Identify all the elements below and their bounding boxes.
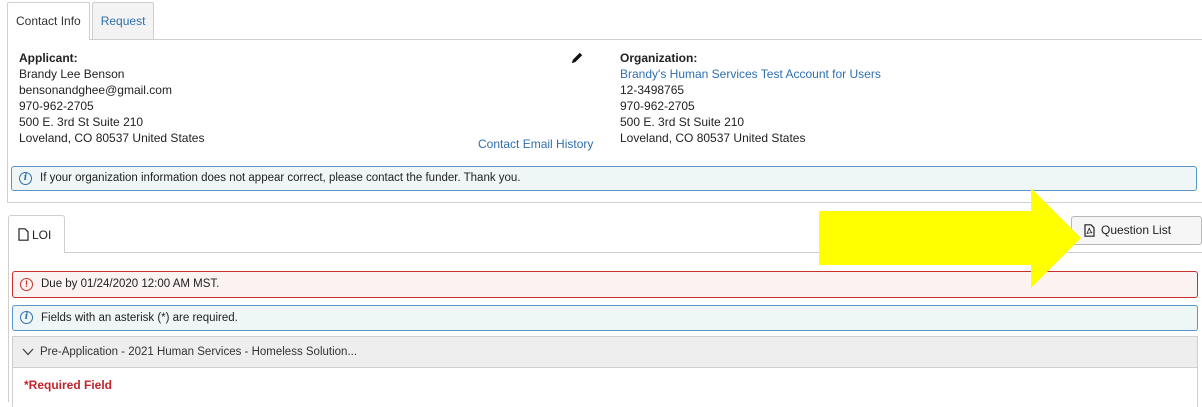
contact-info-panel: Applicant: Brandy Lee Benson bensonandgh…	[7, 39, 1202, 203]
info-icon: i	[19, 172, 32, 185]
pre-application-section-body	[12, 367, 1198, 407]
organization-ein: 12-3498765	[620, 83, 685, 97]
loi-panel-border	[8, 252, 9, 402]
tab-loi[interactable]: LOI	[8, 215, 65, 253]
applicant-email: bensonandghee@gmail.com	[19, 83, 172, 97]
pre-application-section-header[interactable]: Pre-Application - 2021 Human Services - …	[12, 336, 1198, 368]
organization-address-line2: Loveland, CO 80537 United States	[620, 131, 806, 145]
contact-email-history-link[interactable]: Contact Email History	[478, 136, 593, 152]
organization-phone: 970-962-2705	[620, 99, 695, 113]
exclamation-icon: !	[20, 278, 33, 291]
tab-loi-label: LOI	[32, 228, 52, 242]
section-title: Pre-Application - 2021 Human Services - …	[40, 346, 358, 358]
required-fields-alert-text: Fields with an asterisk (*) are required…	[41, 312, 238, 324]
due-date-alert-text: Due by 01/24/2020 12:00 AM MST.	[41, 278, 220, 290]
organization-name-link[interactable]: Brandy's Human Services Test Account for…	[620, 66, 881, 82]
pdf-icon	[1084, 224, 1095, 237]
applicant-header: Applicant:	[19, 51, 78, 65]
applicant-phone: 970-962-2705	[19, 99, 94, 113]
applicant-address-line1: 500 E. 3rd St Suite 210	[19, 115, 144, 129]
org-info-alert-text: If your organization information does no…	[40, 172, 521, 184]
chevron-down-icon	[22, 348, 34, 356]
top-tabs: Contact Info Request	[7, 2, 156, 40]
document-icon	[18, 228, 29, 241]
organization-header: Organization:	[620, 51, 698, 65]
tab-contact-info[interactable]: Contact Info	[7, 2, 90, 40]
organization-address-line1: 500 E. 3rd St Suite 210	[620, 115, 745, 129]
info-icon: i	[20, 311, 33, 324]
pencil-icon[interactable]	[570, 51, 584, 65]
required-fields-alert: i Fields with an asterisk (*) are requir…	[12, 305, 1198, 331]
applicant-block: Applicant: Brandy Lee Benson bensonandgh…	[19, 50, 204, 146]
question-list-label: Question List	[1101, 223, 1172, 237]
applicant-address-line2: Loveland, CO 80537 United States	[19, 131, 205, 145]
organization-block: Organization: Brandy's Human Services Te…	[620, 50, 881, 146]
question-list-button[interactable]: Question List	[1071, 216, 1202, 245]
annotation-arrow	[819, 188, 1081, 288]
tab-request[interactable]: Request	[91, 2, 155, 40]
applicant-name: Brandy Lee Benson	[19, 67, 125, 81]
required-field-note: *Required Field	[24, 378, 113, 392]
